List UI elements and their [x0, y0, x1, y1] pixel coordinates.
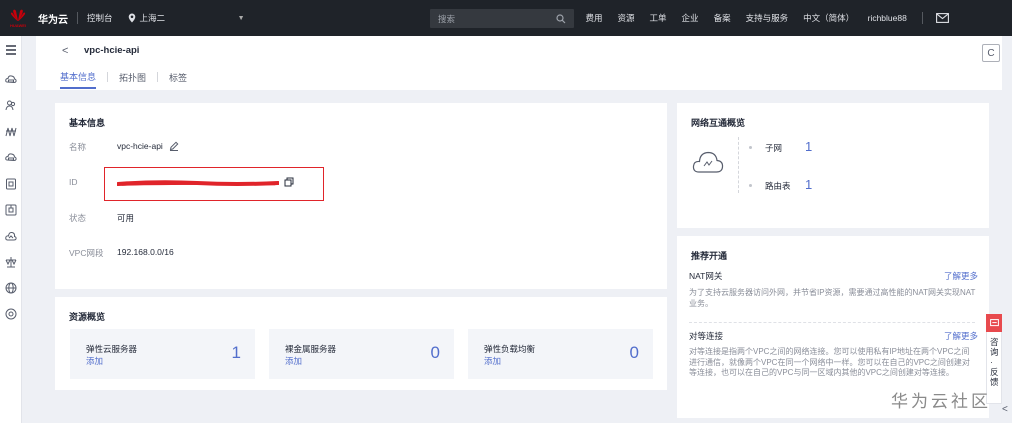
nav-icp[interactable]: 备案	[714, 12, 731, 24]
resource-name: 弹性负载均衡	[484, 344, 536, 354]
add-link[interactable]: 添加	[86, 355, 103, 367]
back-chevron-icon[interactable]: <	[62, 45, 68, 57]
top-navbar: HUAWEI 华为云 控制台 上海二 ▼ 搜索 费用 资源 工单 企业 备案 支…	[0, 0, 1012, 36]
name-label: 名称	[69, 142, 87, 152]
logo-text: HUAWEI	[10, 22, 26, 28]
learn-more-link[interactable]: 了解更多	[944, 270, 978, 282]
add-link[interactable]: 添加	[484, 355, 501, 367]
chevron-down-icon: ▼	[237, 14, 245, 22]
cloud-network-icon	[692, 151, 724, 173]
status-value: 可用	[117, 213, 135, 223]
page-header: < vpc-hcie-api C 基本信息 拓扑图 标签	[36, 36, 1002, 90]
card-title: 网络互通概览	[691, 118, 746, 128]
resource-count[interactable]: 1	[232, 343, 241, 363]
cloud-host-icon[interactable]	[5, 151, 17, 163]
console-link[interactable]: 控制台	[87, 12, 113, 24]
id-label: ID	[69, 177, 78, 187]
globe-icon[interactable]	[5, 282, 17, 294]
card-title: 基本信息	[69, 118, 106, 128]
vpc-peering-title: 对等连接	[689, 331, 724, 341]
bullet-dot	[749, 184, 752, 187]
region-name: 上海二	[139, 13, 166, 23]
divider	[689, 322, 975, 323]
resource-item-bms[interactable]: 裸金属服务器 添加 0	[269, 329, 454, 379]
redaction-mark	[117, 180, 279, 186]
tab-topology[interactable]: 拓扑图	[119, 71, 146, 88]
name-value: vpc-hcie-api	[117, 141, 163, 151]
cloud-host-icon[interactable]	[5, 73, 17, 85]
gateway-icon[interactable]	[5, 178, 17, 190]
divider	[77, 12, 78, 24]
balance-icon[interactable]	[5, 256, 17, 268]
divider	[921, 12, 923, 24]
tab-tags[interactable]: 标签	[169, 71, 187, 88]
page-title: vpc-hcie-api	[84, 45, 140, 56]
vpc-peering-desc: 对等连接是指两个VPC之间的网络连接。您可以使用私有IP地址在两个VPC之间进行…	[689, 347, 970, 378]
resource-item-ecs[interactable]: 弹性云服务器 添加 1	[70, 329, 255, 379]
nav-tickets[interactable]: 工单	[650, 12, 667, 24]
learn-more-link[interactable]: 了解更多	[944, 330, 978, 342]
resource-count[interactable]: 0	[431, 343, 440, 363]
detail-tabs: 基本信息 拓扑图 标签	[60, 69, 187, 89]
huawei-logo-icon	[10, 9, 26, 21]
copy-icon[interactable]	[284, 177, 294, 187]
resource-name: 弹性云服务器	[86, 344, 138, 354]
security-icon[interactable]	[5, 204, 17, 216]
location-pin-icon	[128, 13, 135, 23]
route-table-count[interactable]: 1	[805, 177, 812, 192]
cloud-icon[interactable]	[5, 230, 17, 242]
card-title: 资源概览	[69, 312, 106, 322]
user-menu[interactable]: richblue88	[868, 13, 907, 23]
region-selector[interactable]: 上海二 ▼	[127, 8, 245, 28]
search-input[interactable]: 搜索	[438, 13, 455, 25]
search-box[interactable]: 搜索	[430, 9, 574, 28]
add-link[interactable]: 添加	[285, 355, 302, 367]
service-sidebar	[0, 36, 22, 423]
chat-icon	[989, 318, 999, 326]
menu-icon[interactable]	[5, 44, 17, 56]
nat-gateway-title: NAT网关	[689, 271, 723, 281]
route-table-label: 路由表	[765, 181, 791, 191]
network-icon[interactable]	[5, 125, 17, 137]
card-title: 推荐开通	[691, 251, 728, 261]
status-label: 状态	[69, 213, 87, 223]
nat-gateway-desc: 为了支持云服务器访问外网，并节省IP资源，需要通过高性能的NAT网关实现NAT业…	[689, 288, 976, 308]
resource-item-elb[interactable]: 弹性负载均衡 添加 0	[468, 329, 653, 379]
bullet-dot	[749, 146, 752, 149]
nav-language[interactable]: 中文（简体）	[803, 12, 854, 24]
feedback-label[interactable]: 咨询·反馈	[990, 337, 999, 387]
edit-icon[interactable]	[169, 141, 179, 151]
watermark: 华为云社区	[891, 392, 991, 411]
resource-count[interactable]: 0	[630, 343, 639, 363]
top-nav-links: 费用 资源 工单 企业 备案 支持与服务 中文（简体） richblue88	[578, 0, 950, 36]
refresh-button[interactable]: C	[982, 44, 1000, 62]
subnet-count[interactable]: 1	[805, 139, 812, 154]
subnet-label: 子网	[765, 143, 783, 153]
cidr-value: 192.168.0.0/16	[117, 247, 174, 257]
chevron-left-icon[interactable]: <	[1002, 404, 1008, 415]
cidr-label: VPC网段	[69, 248, 104, 258]
feedback-icon[interactable]	[986, 314, 1002, 332]
nav-billing[interactable]: 费用	[586, 12, 603, 24]
search-icon[interactable]	[556, 13, 566, 24]
brand-name[interactable]: 华为云	[38, 11, 68, 26]
nav-support[interactable]: 支持与服务	[746, 12, 789, 24]
divider	[107, 72, 109, 82]
settings-icon[interactable]	[5, 308, 17, 320]
divider	[157, 72, 159, 82]
mail-icon[interactable]	[936, 13, 950, 23]
tab-basic-info[interactable]: 基本信息	[60, 70, 97, 89]
nav-enterprise[interactable]: 企业	[682, 12, 699, 24]
huawei-logo[interactable]: HUAWEI	[0, 0, 36, 36]
divider	[738, 137, 739, 193]
users-icon[interactable]	[5, 99, 17, 111]
nav-resources[interactable]: 资源	[618, 12, 635, 24]
refresh-icon: C	[987, 47, 995, 59]
resource-name: 裸金属服务器	[285, 344, 337, 354]
